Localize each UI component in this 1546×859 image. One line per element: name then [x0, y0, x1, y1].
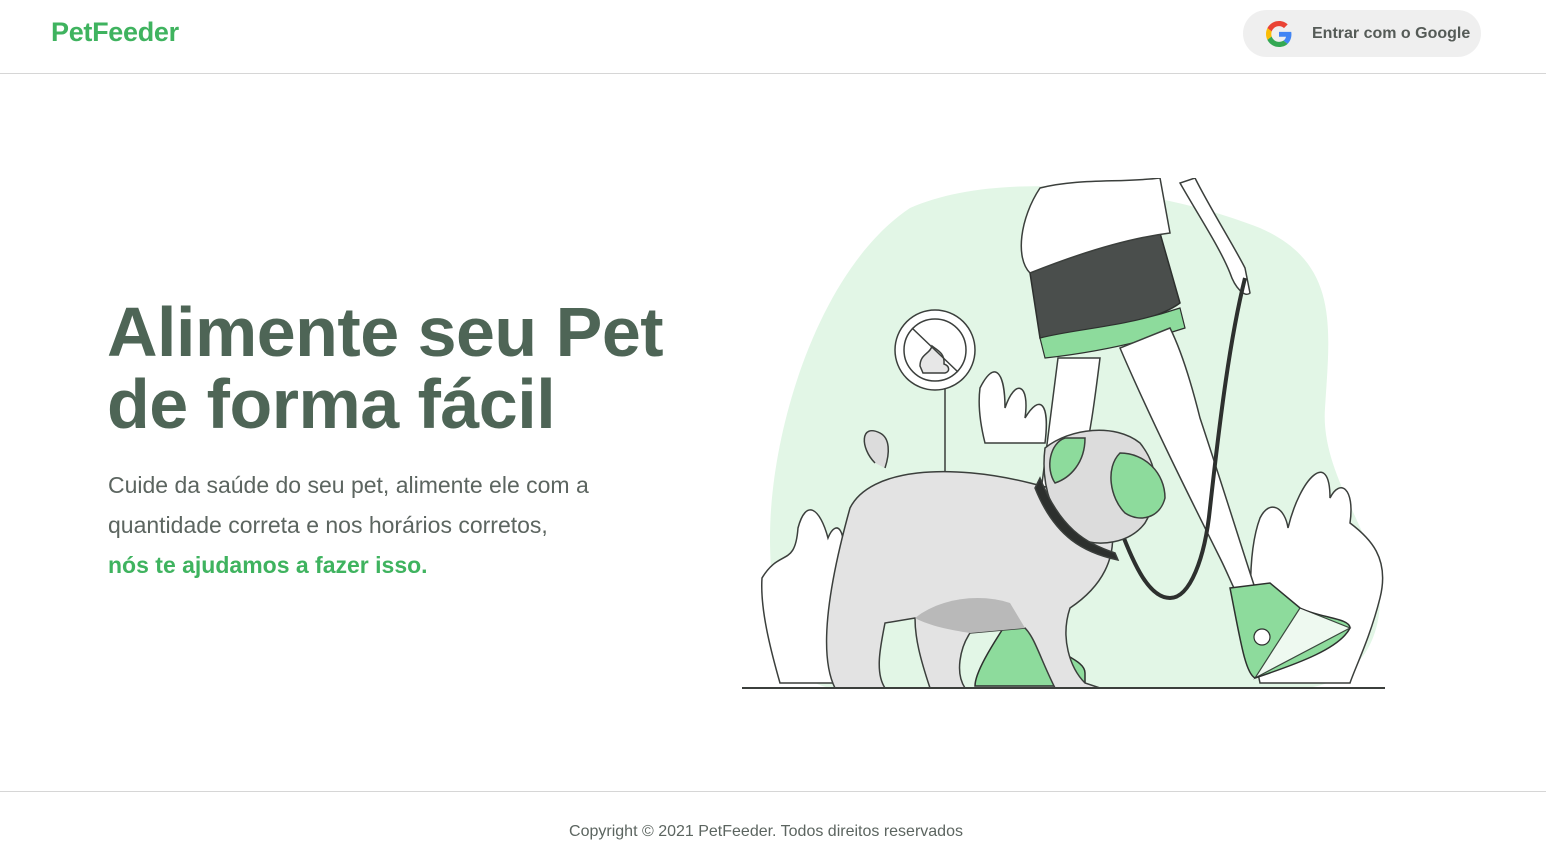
- google-login-label: Entrar com o Google: [1312, 24, 1471, 42]
- top-navbar: PetFeeder Entrar com o Google: [0, 0, 1546, 74]
- hero-title: Alimente seu Pet de forma fácil: [107, 293, 664, 443]
- person-walking-pug-illustration: [740, 177, 1390, 693]
- google-login-button[interactable]: Entrar com o Google: [1243, 10, 1481, 57]
- page: PetFeeder Entrar com o Google Alimente s…: [0, 0, 1546, 859]
- hero-title-line-1: Alimente seu Pet: [107, 293, 664, 371]
- copyright-text: Copyright © 2021 PetFeeder. Todos direit…: [569, 823, 963, 840]
- google-icon: [1266, 20, 1292, 47]
- hero-description-line-1: Cuide da saúde do seu pet, alimente ele …: [108, 472, 589, 498]
- logo[interactable]: PetFeeder: [51, 17, 179, 48]
- hero-description-line-2: quantidade correta e nos horários corret…: [108, 512, 548, 538]
- footer: Copyright © 2021 PetFeeder. Todos direit…: [0, 791, 1546, 859]
- hero-description-accent: nós te ajudamos a fazer isso.: [108, 552, 428, 578]
- hero-title-line-2: de forma fácil: [107, 365, 556, 443]
- hero-description: Cuide da saúde do seu pet, alimente ele …: [108, 465, 648, 585]
